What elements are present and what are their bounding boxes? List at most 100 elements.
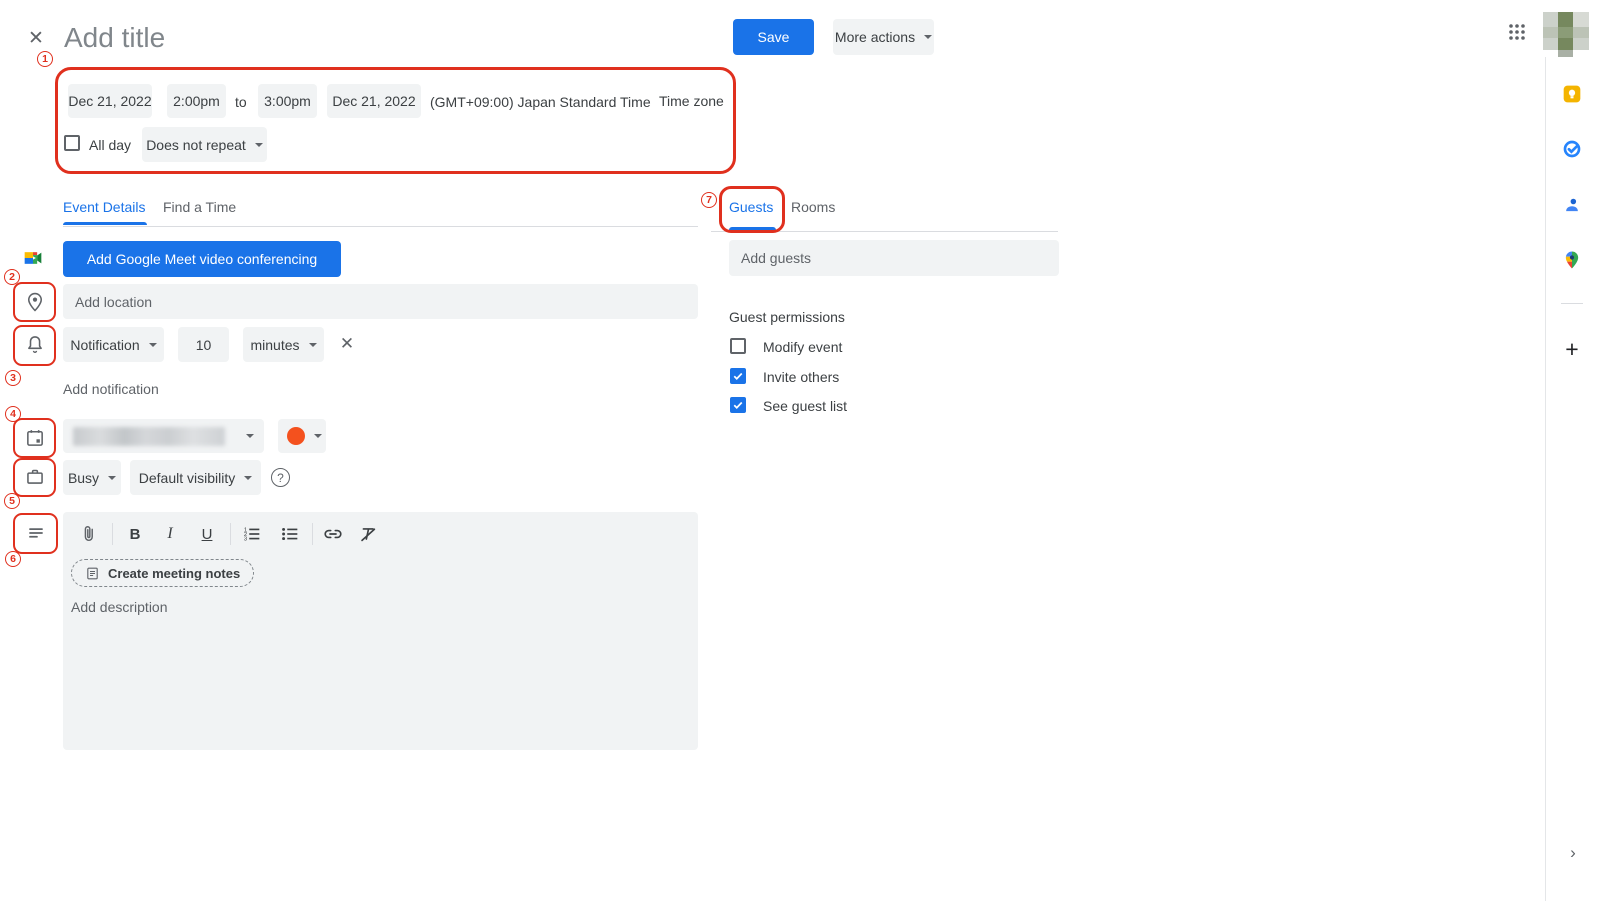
meeting-notes-doc-icon	[85, 566, 100, 581]
all-day-label: All day	[89, 137, 131, 153]
side-panel-divider	[1545, 57, 1546, 901]
close-button[interactable]: ✕	[24, 26, 48, 50]
description-placeholder: Add description	[71, 599, 168, 615]
chevron-down-icon	[246, 434, 254, 438]
briefcase-icon	[24, 466, 46, 493]
left-tabs-divider	[63, 226, 698, 227]
modify-event-checkbox[interactable]	[730, 338, 746, 354]
annotation-1: 1	[37, 51, 53, 67]
end-time-chip[interactable]: 3:00pm	[258, 84, 317, 118]
timezone-button[interactable]: Time zone	[659, 93, 724, 109]
chevron-down-icon	[244, 476, 252, 480]
side-panel-separator	[1561, 303, 1583, 304]
notification-unit-select[interactable]: minutes	[243, 327, 324, 362]
create-meeting-notes-button[interactable]: Create meeting notes	[71, 559, 254, 587]
to-label: to	[235, 94, 247, 110]
tab-event-details[interactable]: Event Details	[63, 199, 145, 215]
event-title-input[interactable]	[62, 21, 602, 55]
maps-icon[interactable]	[1561, 249, 1583, 271]
left-tab-underline	[63, 222, 147, 225]
timezone-text: (GMT+09:00) Japan Standard Time	[430, 94, 651, 110]
link-icon	[322, 523, 344, 545]
annotation-7: 7	[701, 192, 717, 208]
annotation-6: 6	[5, 551, 21, 567]
all-day-checkbox[interactable]	[64, 135, 80, 151]
notification-close-button[interactable]: ✕	[336, 333, 358, 355]
color-select[interactable]	[278, 419, 326, 453]
start-date-chip[interactable]: Dec 21, 2022	[68, 84, 152, 118]
visibility-select[interactable]: Default visibility	[130, 460, 261, 495]
close-icon: ✕	[340, 334, 354, 354]
italic-button[interactable]: I	[158, 522, 182, 546]
attachment-icon-button[interactable]	[77, 522, 101, 546]
help-icon[interactable]: ?	[271, 468, 290, 487]
modify-event-label: Modify event	[763, 339, 842, 355]
calendar-select[interactable]	[63, 419, 264, 453]
insert-link-button[interactable]	[321, 522, 345, 546]
save-button[interactable]: Save	[733, 19, 814, 55]
start-time-chip[interactable]: 2:00pm	[167, 84, 226, 118]
notification-type-select[interactable]: Notification	[63, 327, 164, 362]
avatar[interactable]	[1543, 12, 1589, 57]
more-actions-button[interactable]: More actions	[833, 19, 934, 55]
chevron-right-icon: ›	[1570, 843, 1576, 863]
toolbar-sep-1	[112, 523, 113, 545]
clear-formatting-button[interactable]	[356, 522, 380, 546]
annotation-4: 4	[5, 406, 21, 422]
description-lines-icon	[25, 522, 47, 549]
apps-grid-icon	[1507, 22, 1527, 42]
see-guest-list-checkbox[interactable]	[730, 397, 746, 413]
location-input[interactable]	[63, 284, 698, 319]
contacts-icon[interactable]	[1561, 194, 1583, 216]
location-pin-icon	[24, 291, 46, 318]
annotation-5: 5	[4, 493, 20, 509]
description-box[interactable]: B I U 123 Create meeting notes Add descr…	[63, 512, 698, 750]
busy-label: Busy	[68, 470, 99, 486]
guests-input[interactable]	[729, 240, 1059, 276]
plus-icon: +	[1565, 336, 1578, 363]
bulleted-list-button[interactable]	[278, 522, 302, 546]
meeting-notes-label: Create meeting notes	[108, 566, 240, 581]
numbered-list-icon: 123	[241, 523, 263, 545]
keep-icon[interactable]	[1561, 83, 1583, 105]
toolbar-sep-3	[312, 523, 313, 545]
chevron-down-icon	[149, 343, 157, 347]
recurrence-label: Does not repeat	[146, 137, 246, 153]
guest-permissions-title: Guest permissions	[729, 309, 845, 325]
end-date-chip[interactable]: Dec 21, 2022	[327, 84, 421, 118]
apps-grid-button[interactable]	[1505, 20, 1529, 44]
toolbar-sep-2	[230, 523, 231, 545]
close-icon: ✕	[28, 27, 44, 50]
calendar-name-redacted	[73, 427, 225, 446]
see-guest-list-label: See guest list	[763, 398, 847, 414]
chevron-down-icon	[255, 143, 263, 147]
annotation-3: 3	[5, 370, 21, 386]
chevron-down-icon	[314, 434, 322, 438]
tab-guests[interactable]: Guests	[729, 199, 773, 215]
tasks-icon[interactable]	[1561, 138, 1583, 160]
tab-find-a-time[interactable]: Find a Time	[163, 199, 236, 215]
right-tab-underline	[729, 227, 776, 230]
invite-others-label: Invite others	[763, 369, 839, 385]
check-icon	[732, 399, 744, 411]
invite-others-checkbox[interactable]	[730, 368, 746, 384]
notification-unit-label: minutes	[250, 337, 299, 353]
tab-rooms[interactable]: Rooms	[791, 199, 835, 215]
recurrence-select[interactable]: Does not repeat	[142, 127, 267, 162]
numbered-list-button[interactable]: 123	[240, 522, 264, 546]
help-glyph: ?	[277, 471, 284, 485]
notification-value-input[interactable]	[178, 327, 229, 362]
google-meet-icon	[23, 248, 43, 273]
busy-select[interactable]: Busy	[63, 460, 121, 495]
clear-formatting-icon	[357, 523, 379, 545]
annotation-2: 2	[4, 269, 20, 285]
right-tabs-divider	[711, 231, 1058, 232]
bell-icon	[24, 334, 46, 361]
calendar-color-swatch	[287, 427, 305, 445]
get-addons-button[interactable]: +	[1559, 336, 1585, 362]
underline-button[interactable]: U	[195, 522, 219, 546]
bold-button[interactable]: B	[123, 522, 147, 546]
add-meet-button[interactable]: Add Google Meet video conferencing	[63, 241, 341, 277]
collapse-panel-button[interactable]: ›	[1563, 843, 1583, 863]
add-notification-link[interactable]: Add notification	[63, 381, 159, 397]
